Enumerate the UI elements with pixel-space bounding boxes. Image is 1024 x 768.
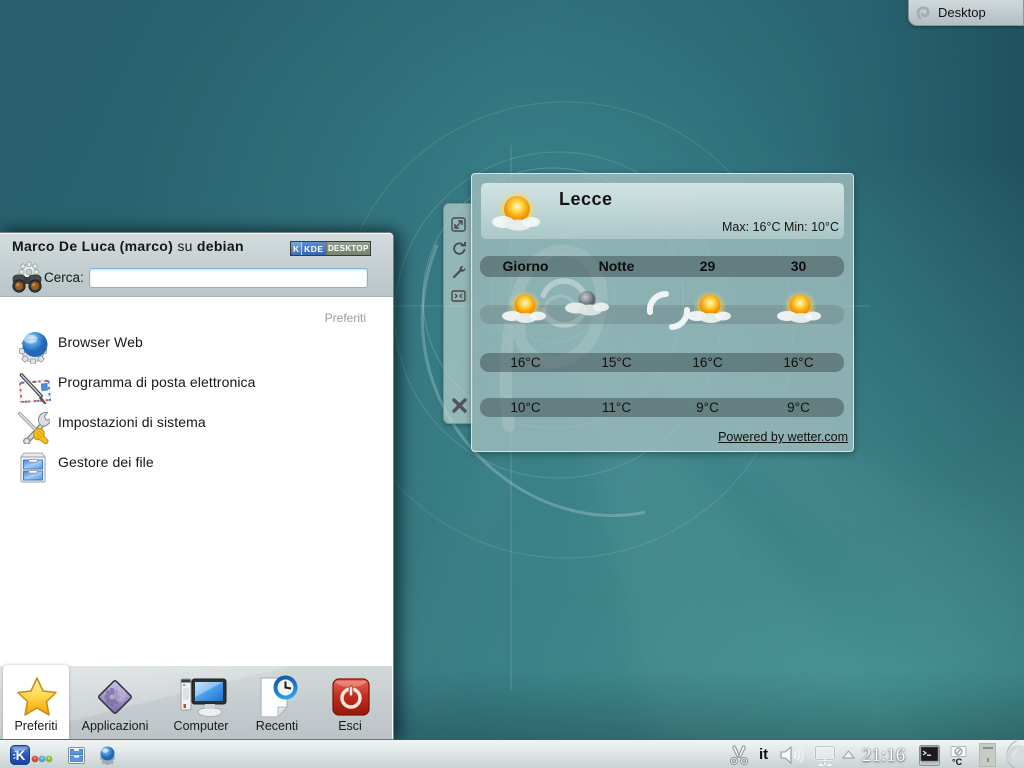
svg-text:K: K (16, 748, 26, 763)
svg-text:°C: °C (952, 757, 963, 766)
